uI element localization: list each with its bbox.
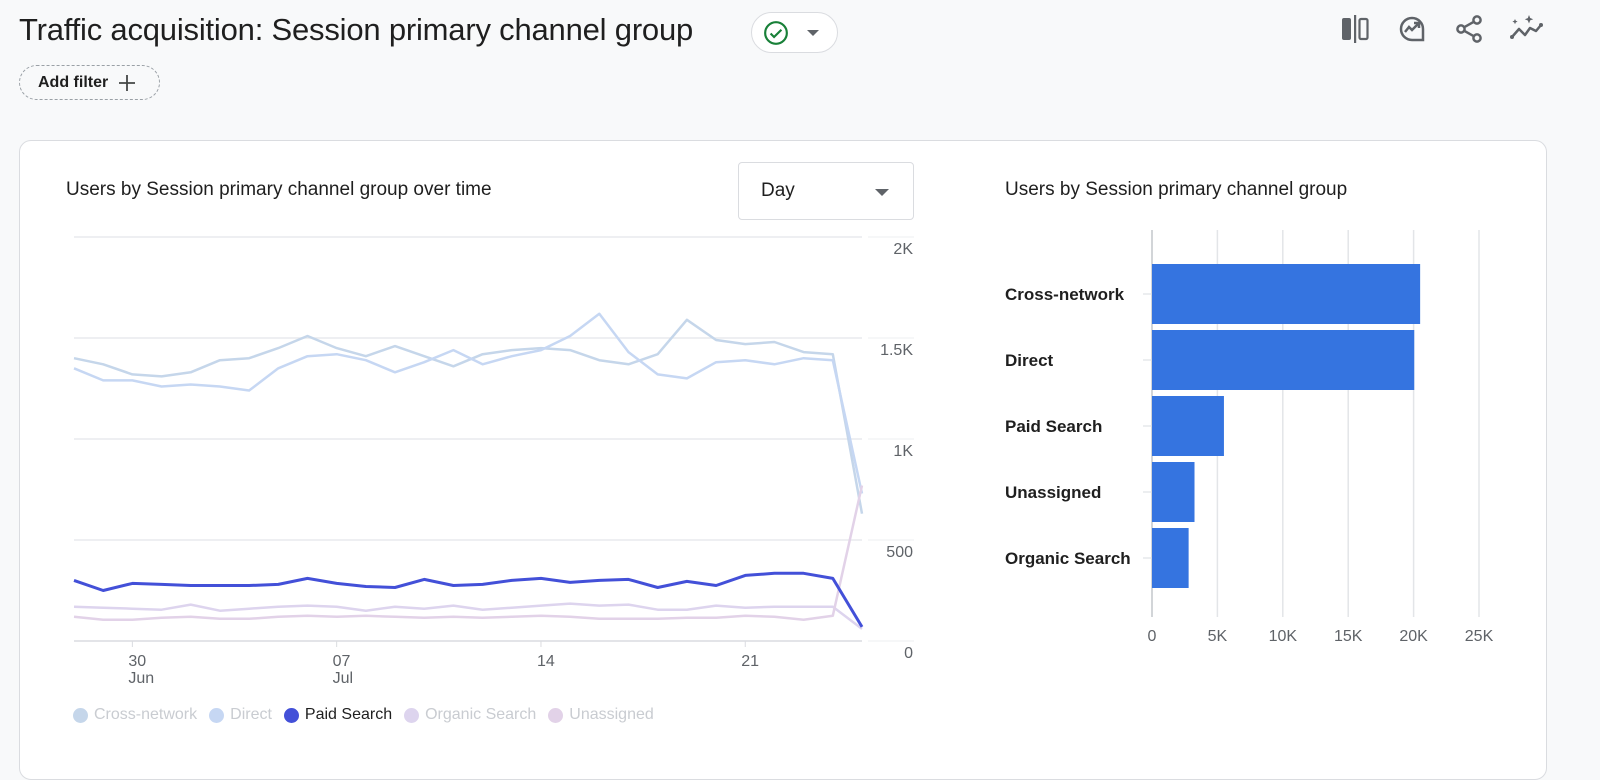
legend-item-cross-network[interactable]: Cross-network [73, 706, 197, 724]
legend-item-direct[interactable]: Direct [209, 706, 272, 724]
legend-item-paid-search[interactable]: Paid Search [283, 706, 393, 724]
legend-item-organic-search[interactable]: Organic Search [404, 706, 536, 724]
x-tick-label: 20K [1399, 628, 1428, 645]
bar-organic-search[interactable] [1152, 528, 1189, 588]
line-chart-legend: Cross-network Direct Paid Search Organic Se… [73, 706, 654, 724]
legend-label: Organic Search [425, 706, 537, 723]
x-tick-label: 5K [1208, 628, 1228, 645]
x-tick-label: 0 [1148, 628, 1157, 645]
legend-dot-icon [283, 707, 299, 723]
category-label: Direct [1005, 351, 1054, 370]
x-tick-label: 10K [1269, 628, 1298, 645]
bar-cross-network[interactable] [1152, 264, 1421, 324]
legend-label: Unassigned [569, 706, 654, 723]
bar-paid-search[interactable] [1152, 396, 1224, 456]
x-tick-label: 25K [1465, 628, 1494, 645]
bar-unassigned[interactable] [1152, 462, 1195, 522]
legend-label: Paid Search [304, 706, 393, 723]
category-label: Unassigned [1005, 483, 1101, 502]
category-label: Paid Search [1005, 417, 1102, 436]
legend-label: Direct [230, 706, 272, 723]
legend-dot-icon [404, 707, 420, 723]
bar-direct[interactable] [1152, 330, 1415, 390]
legend-item-unassigned[interactable]: Unassigned [548, 706, 654, 724]
bar-chart: 0 5K 10K 15K 20K 25K Cross-network Direct Paid S… [1005, 230, 1494, 645]
category-label: Cross-network [1005, 285, 1125, 304]
legend-dot-icon [209, 707, 225, 723]
legend-label: Cross-network [94, 706, 198, 723]
x-tick-label: 15K [1334, 628, 1363, 645]
legend-dot-icon [548, 707, 564, 723]
legend-dot-icon [73, 707, 88, 723]
category-label: Organic Search [1005, 549, 1131, 568]
